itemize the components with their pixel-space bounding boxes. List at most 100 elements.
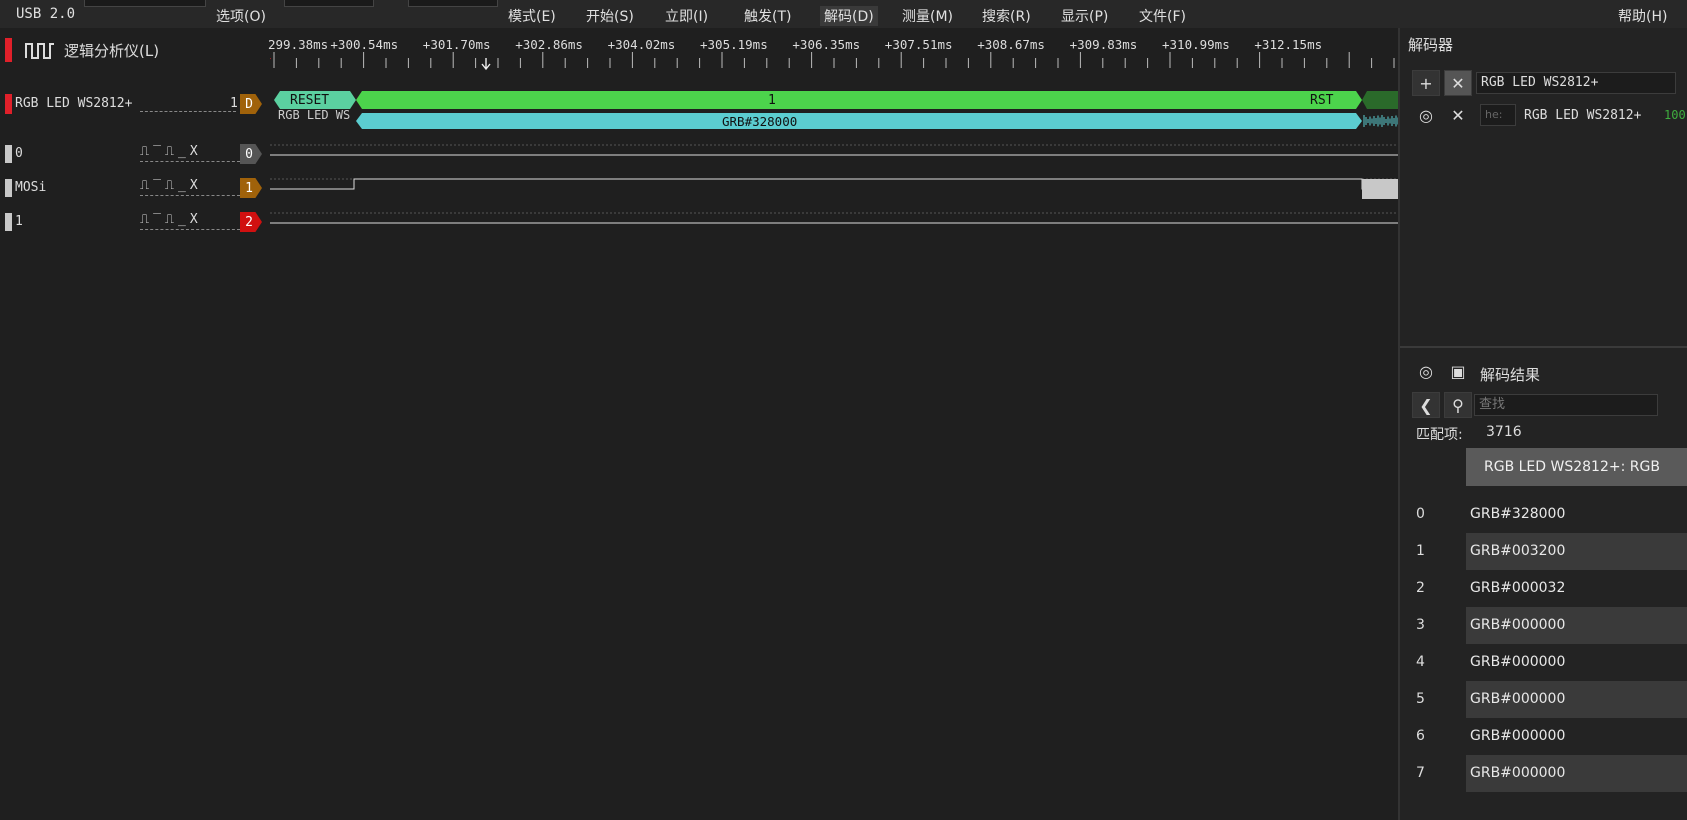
ruler-start-marker	[270, 58, 271, 60]
device-select[interactable]	[84, 0, 206, 7]
result-index: 1	[1416, 543, 1425, 559]
menu-display[interactable]: 显示(P)	[1061, 6, 1108, 26]
result-row[interactable]: GRB#003200	[1466, 533, 1687, 570]
ruler-tick-label: 299.38ms	[268, 37, 329, 52]
sidebar-title: 解码器	[1408, 36, 1454, 54]
settings-icon: ◎	[1419, 105, 1433, 125]
result-row[interactable]: GRB#000000	[1466, 718, 1687, 755]
decoder-sidebar: 解码器 + ✕ RGB LED WS2812+ ◎ ✕ he: RGB LED …	[1398, 28, 1687, 820]
format-select[interactable]: he:	[1480, 104, 1516, 126]
ch0-tag[interactable]: 0	[240, 144, 262, 164]
search-icon: ⚲	[1452, 395, 1464, 415]
result-row[interactable]: GRB#000000	[1466, 644, 1687, 681]
ch0-label[interactable]: 0	[15, 146, 23, 161]
depth-select[interactable]	[408, 0, 498, 7]
decoder-name-field[interactable]: RGB LED WS2812+	[1476, 72, 1676, 94]
rst-label: RST	[1310, 93, 1334, 108]
menu-measure[interactable]: 测量(M)	[902, 6, 953, 26]
sidebar-divider[interactable]	[1400, 346, 1687, 348]
menu-options[interactable]: 选项(O)	[216, 6, 266, 26]
logic-analyzer-icon	[25, 43, 54, 59]
ch1-trigger-icons[interactable]: ⎍‾⎍_X	[140, 178, 202, 193]
delete-decoder-button[interactable]: ✕	[1444, 102, 1472, 128]
menu-mode[interactable]: 模式(E)	[508, 6, 556, 26]
channel-waveforms	[270, 144, 1398, 224]
ruler-tick-label: +304.02ms	[607, 37, 676, 52]
remove-decoder-button[interactable]: ✕	[1444, 70, 1472, 96]
result-row[interactable]: GRB#000032	[1466, 570, 1687, 607]
ch1-label[interactable]: MOSi	[15, 180, 46, 195]
ruler-tick-label: +307.51ms	[884, 37, 953, 52]
ruler-tick-label: +312.15ms	[1254, 37, 1323, 52]
ch2-color-bar	[5, 213, 12, 231]
ch0-color-bar	[5, 145, 12, 163]
analyzer-color-bar	[5, 38, 12, 62]
result-row[interactable]: GRB#000000	[1466, 755, 1687, 792]
chevron-left-icon: ❮	[1419, 395, 1433, 415]
ch1-waveform	[270, 178, 1398, 190]
results-column-header[interactable]: RGB LED WS2812+: RGB	[1466, 448, 1687, 486]
ch0-dash	[140, 161, 240, 162]
ruler-tick-label: +310.99ms	[1162, 37, 1230, 52]
ruler-tick-label: +306.35ms	[792, 37, 861, 52]
add-decoder-button[interactable]: +	[1412, 70, 1440, 96]
ch1-color-bar	[5, 179, 12, 197]
menu-help[interactable]: 帮助(H)	[1618, 6, 1667, 26]
ch2-dash	[140, 229, 240, 230]
ch2-label[interactable]: 1	[15, 214, 23, 229]
menu-start[interactable]: 开始(S)	[586, 6, 634, 26]
settings-icon: ◎	[1419, 361, 1433, 381]
menu-decode[interactable]: 解码(D)	[820, 6, 878, 26]
ruler-tick-label: +302.86ms	[515, 37, 583, 52]
result-row[interactable]: GRB#328000	[1466, 496, 1687, 533]
decoder-label[interactable]: RGB LED WS2812+	[15, 96, 132, 111]
ch2-tag[interactable]: 2	[240, 212, 262, 232]
ch2-trigger-icons[interactable]: ⎍‾⎍_X	[140, 212, 202, 227]
result-index: 6	[1416, 728, 1425, 744]
menu-instant[interactable]: 立即(I)	[665, 6, 708, 26]
plus-icon: +	[1419, 73, 1433, 93]
save-results-button[interactable]: ▣	[1444, 358, 1472, 384]
analyzer-title[interactable]: 逻辑分析仪(L)	[64, 40, 159, 61]
decoder-name-label: RGB LED WS2812+	[1524, 108, 1642, 123]
decoder-index: 1	[230, 96, 238, 111]
result-row[interactable]: GRB#000000	[1466, 681, 1687, 718]
bit-text: 1	[768, 93, 776, 108]
decoder-options-button[interactable]: ◎	[1412, 102, 1440, 128]
menu-search[interactable]: 搜索(R)	[982, 6, 1031, 26]
ch1-dash	[140, 195, 240, 196]
menu-trigger[interactable]: 触发(T)	[744, 6, 791, 26]
decoder-percent: 100	[1664, 108, 1686, 122]
bit-annotation	[356, 91, 1362, 109]
grb-text: GRB#328000	[722, 114, 798, 129]
search-button[interactable]: ⚲	[1444, 392, 1472, 418]
result-index: 2	[1416, 580, 1425, 596]
ch1-dense-block	[1362, 179, 1398, 199]
prev-result-button[interactable]: ❮	[1412, 392, 1440, 418]
ruler-ticks	[270, 52, 1395, 71]
decoder-color-bar	[5, 94, 12, 114]
match-label: 匹配项:	[1416, 427, 1463, 443]
decoder-tag[interactable]: D	[240, 94, 262, 114]
grb-annotation	[356, 113, 1362, 129]
waveform-area[interactable]: 逻辑分析仪(L) 299.38ms +300.54ms +301.70ms +302.…	[0, 28, 1398, 820]
dark-annotation	[1362, 91, 1398, 109]
menu-file[interactable]: 文件(F)	[1139, 6, 1186, 26]
samplerate-select[interactable]	[284, 0, 374, 7]
ruler-tick-label: +305.19ms	[700, 37, 768, 52]
results-title: 解码结果	[1480, 366, 1541, 384]
close-icon: ✕	[1451, 73, 1465, 93]
save-icon: ▣	[1450, 361, 1466, 381]
ch0-trigger-icons[interactable]: ⎍‾⎍_X	[140, 144, 202, 159]
cursor-arrow-icon	[481, 58, 491, 71]
time-ruler[interactable]: 299.38ms +300.54ms +301.70ms +302.86ms +304.…	[268, 28, 1398, 78]
result-row[interactable]: GRB#000000	[1466, 607, 1687, 644]
reset-text: RESET	[290, 93, 330, 108]
search-input[interactable]: 查找	[1474, 394, 1658, 416]
ch1-tag[interactable]: 1	[240, 178, 262, 198]
result-index: 0	[1416, 506, 1425, 522]
results-options-button[interactable]: ◎	[1412, 358, 1440, 384]
usb-mode-label: USB 2.0	[16, 6, 76, 22]
ruler-tick-label: +309.83ms	[1069, 37, 1138, 52]
ruler-tick-label: +300.54ms	[330, 37, 399, 52]
